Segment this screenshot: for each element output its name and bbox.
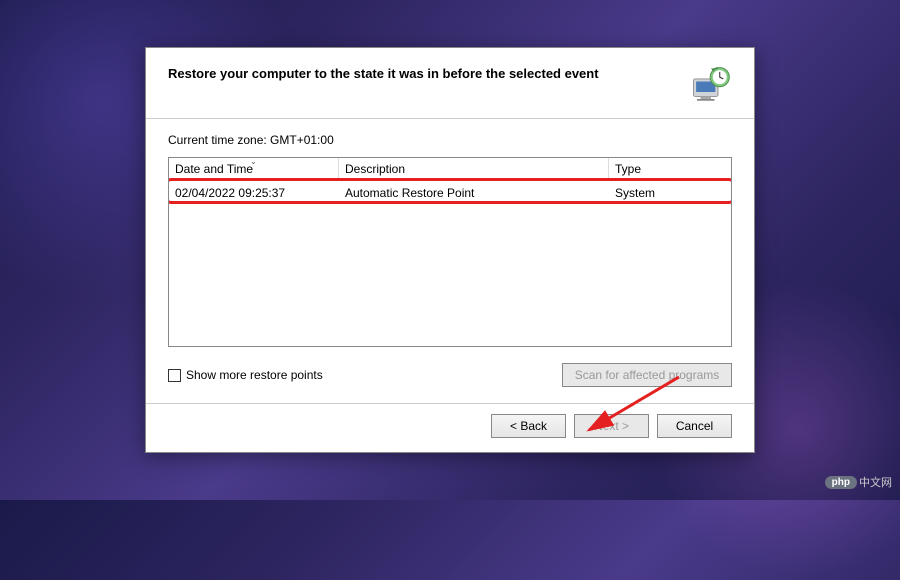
column-label: Date and Time (175, 162, 253, 176)
dialog-footer-buttons: < Back Next > Cancel (146, 404, 754, 452)
dialog-body: Current time zone: GMT+01:00 ⌄ Date and … (146, 119, 754, 353)
sort-indicator-icon: ⌄ (250, 157, 257, 166)
cell-type: System (609, 181, 731, 205)
cancel-button[interactable]: Cancel (657, 414, 732, 438)
restore-points-table[interactable]: ⌄ Date and Time Description Type 02/04/2… (168, 157, 732, 347)
options-row: Show more restore points Scan for affect… (146, 353, 754, 403)
column-header-description[interactable]: Description (339, 158, 609, 180)
back-button[interactable]: < Back (491, 414, 566, 438)
next-button[interactable]: Next > (574, 414, 649, 438)
column-header-type[interactable]: Type (609, 158, 731, 180)
dialog-header: Restore your computer to the state it wa… (146, 48, 754, 118)
watermark: php 中文网 (825, 474, 892, 490)
timezone-label: Current time zone: GMT+01:00 (168, 133, 732, 147)
system-restore-dialog: Restore your computer to the state it wa… (145, 47, 755, 453)
watermark-text: 中文网 (859, 474, 892, 490)
table-row[interactable]: 02/04/2022 09:25:37 Automatic Restore Po… (169, 181, 731, 205)
cell-datetime: 02/04/2022 09:25:37 (169, 181, 339, 205)
column-header-datetime[interactable]: ⌄ Date and Time (169, 158, 339, 180)
system-restore-icon (690, 66, 732, 104)
watermark-badge: php (825, 476, 857, 489)
checkbox-icon (168, 369, 181, 382)
show-more-checkbox[interactable]: Show more restore points (168, 368, 323, 382)
cell-description: Automatic Restore Point (339, 181, 609, 205)
checkbox-label: Show more restore points (186, 368, 323, 382)
scan-affected-button[interactable]: Scan for affected programs (562, 363, 732, 387)
table-header-row: ⌄ Date and Time Description Type (169, 158, 731, 181)
dialog-heading: Restore your computer to the state it wa… (168, 66, 599, 81)
